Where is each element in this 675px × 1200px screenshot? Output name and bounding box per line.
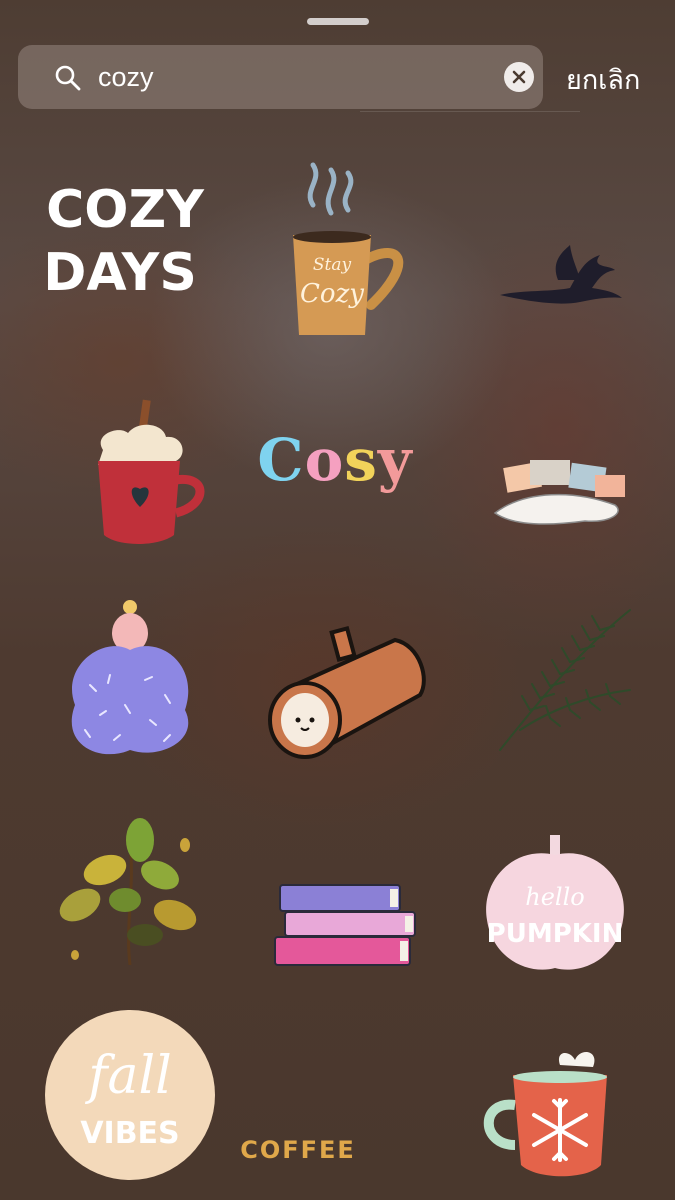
clear-icon: [512, 70, 526, 84]
hello-text: hello: [525, 883, 584, 911]
crow-icon: [500, 245, 622, 304]
search-input[interactable]: [98, 59, 498, 95]
cozy-days-line1: COZY: [46, 180, 205, 240]
cozy-days-line2: DAYS: [43, 243, 197, 303]
vibes-text: VIBES: [80, 1116, 179, 1151]
cozy-text: Cozy: [300, 279, 364, 309]
clear-search-button[interactable]: [504, 62, 534, 92]
sleeping-cat-icon: [493, 460, 625, 525]
sticker-cosy[interactable]: Cosy: [245, 370, 425, 550]
sticker-sleeping-cat[interactable]: [470, 400, 650, 580]
cosy-letter-s: s: [344, 426, 378, 494]
cosy-letter-c: C: [257, 426, 305, 494]
oak-leaves-icon: [59, 818, 197, 966]
cosy-letter-y: y: [377, 426, 413, 494]
blanket-person-icon: [71, 600, 189, 755]
pine-branch-icon: [499, 609, 631, 751]
cozy-days-text-sticker: COZY DAYS: [43, 180, 205, 303]
cosy-text-sticker: Cosy: [257, 431, 412, 489]
search-bar[interactable]: [18, 45, 543, 109]
sticker-log[interactable]: [255, 605, 435, 785]
sheet-grabber[interactable]: [307, 18, 369, 25]
books-icon: [274, 884, 416, 966]
pumpkin-text: PUMPKIN: [487, 919, 624, 949]
cocoa-mug-icon: [98, 399, 205, 544]
sticker-crow[interactable]: [470, 180, 650, 360]
sticker-cocoa-mug[interactable]: [48, 385, 228, 565]
sticker-blanket-person[interactable]: [40, 590, 220, 770]
cancel-button[interactable]: ยกเลิก: [566, 58, 640, 96]
sticker-stay-cozy-mug[interactable]: Stay Cozy: [248, 162, 428, 345]
pumpkin-icon: hello PUMPKIN: [486, 835, 624, 970]
coffee-text: COFFEE: [240, 1136, 356, 1164]
sticker-pine-branch[interactable]: [475, 590, 655, 770]
sticker-books[interactable]: [255, 835, 435, 1015]
sticker-snowflake-mug[interactable]: [470, 1040, 630, 1190]
divider: [360, 111, 580, 112]
sticker-hello-pumpkin[interactable]: hello PUMPKIN: [465, 815, 645, 995]
fall-vibes-badge: fall VIBES: [44, 1009, 215, 1180]
stay-text: Stay: [313, 255, 352, 275]
sticker-coffee[interactable]: COFFEE: [238, 1120, 358, 1180]
sticker-cozy-days[interactable]: COZY DAYS: [35, 150, 215, 330]
sticker-fall-vibes[interactable]: fall VIBES: [40, 1005, 220, 1185]
fall-text: fall: [84, 1046, 172, 1106]
sticker-oak-leaves[interactable]: [40, 805, 220, 985]
search-icon: [55, 65, 81, 91]
mug-icon: Stay Cozy: [293, 162, 404, 335]
log-icon: [268, 625, 426, 759]
cosy-letter-o: o: [304, 426, 345, 494]
snowflake-mug-icon: [483, 1051, 607, 1177]
